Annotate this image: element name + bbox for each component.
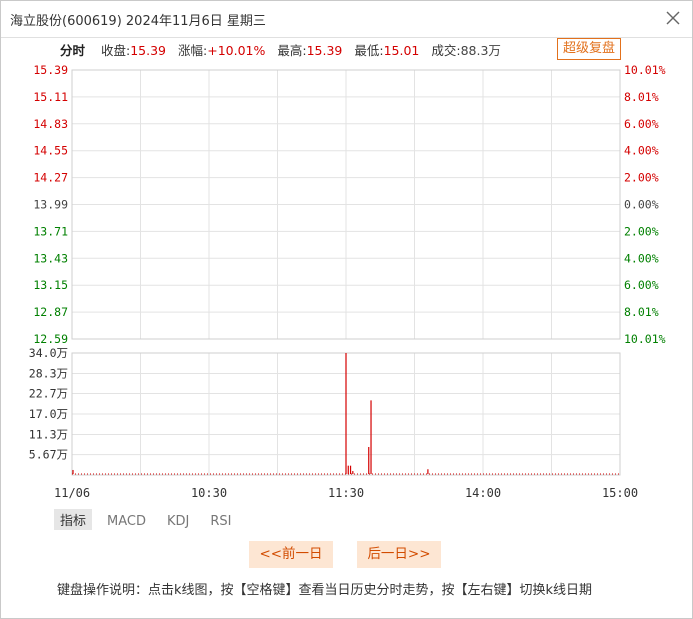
percent-tick-label: 2.00% bbox=[624, 224, 659, 238]
indicator-tab[interactable]: MACD bbox=[101, 513, 152, 530]
volume-axis-labels: 34.0万 28.3万 22.7万 17.0万 11.3万 5.67万 bbox=[29, 346, 68, 462]
price-tick-label: 14.83 bbox=[33, 117, 68, 131]
percent-tick-label: 6.00% bbox=[624, 117, 659, 131]
percent-tick-label: 10.01% bbox=[624, 332, 666, 346]
volume-tick-label: 34.0万 bbox=[29, 346, 68, 360]
time-tick-label: 10:30 bbox=[191, 486, 227, 500]
percent-tick-label: 2.00% bbox=[624, 171, 659, 185]
percent-tick-label: 0.00% bbox=[624, 198, 659, 212]
price-tick-label: 13.43 bbox=[33, 251, 68, 265]
percent-tick-label: 4.00% bbox=[624, 251, 659, 265]
price-tick-label: 14.55 bbox=[33, 144, 68, 158]
indicator-tab[interactable]: KDJ bbox=[161, 513, 195, 530]
percent-tick-label: 8.01% bbox=[624, 90, 659, 104]
intraday-chart[interactable]: 15.39 15.11 14.83 14.55 14.27 13.99 13.71 13.43… bbox=[0, 0, 693, 505]
time-axis-labels: 11/06 10:30 11:30 14:00 15:00 bbox=[54, 486, 638, 500]
price-tick-label: 15.39 bbox=[33, 63, 68, 77]
price-tick-label: 13.71 bbox=[33, 224, 68, 238]
percent-tick-label: 4.00% bbox=[624, 144, 659, 158]
percent-tick-label: 10.01% bbox=[624, 63, 666, 77]
percent-tick-label: 6.00% bbox=[624, 278, 659, 292]
percent-tick-label: 8.01% bbox=[624, 305, 659, 319]
time-tick-label: 14:00 bbox=[465, 486, 501, 500]
indicator-tab[interactable]: RSI bbox=[204, 513, 237, 530]
price-tick-label: 13.15 bbox=[33, 278, 68, 292]
price-tick-label: 12.59 bbox=[33, 332, 68, 346]
price-axis-labels: 15.39 15.11 14.83 14.55 14.27 13.99 13.71 13.43… bbox=[33, 63, 68, 346]
time-tick-label: 15:00 bbox=[602, 486, 638, 500]
price-tick-label: 14.27 bbox=[33, 171, 68, 185]
volume-tick-label: 5.67万 bbox=[29, 448, 68, 462]
time-tick-label: 11:30 bbox=[328, 486, 364, 500]
indicator-tab[interactable]: 指标 bbox=[54, 509, 93, 530]
price-tick-label: 13.99 bbox=[33, 198, 68, 212]
volume-tick-label: 17.0万 bbox=[29, 407, 68, 421]
keyboard-help-text: 键盘操作说明：点击k线图，按【空格键】查看当日历史分时走势，按【左右键】切换k线… bbox=[57, 583, 593, 598]
volume-tick-label: 11.3万 bbox=[29, 427, 68, 441]
prev-day-button[interactable]: <<前一日 bbox=[249, 541, 333, 568]
indicator-tabs: 指标 MACD KDJ RSI bbox=[54, 509, 246, 530]
next-day-button[interactable]: 后一日>> bbox=[357, 541, 441, 568]
percent-axis-labels: 10.01% 8.01% 6.00% 4.00% 2.00% 0.00% 2.00% 4.00… bbox=[624, 63, 666, 346]
price-tick-label: 15.11 bbox=[33, 90, 68, 104]
price-tick-label: 12.87 bbox=[33, 305, 68, 319]
volume-tick-label: 28.3万 bbox=[29, 366, 68, 380]
time-tick-label: 11/06 bbox=[54, 486, 90, 500]
volume-tick-label: 22.7万 bbox=[29, 387, 68, 401]
